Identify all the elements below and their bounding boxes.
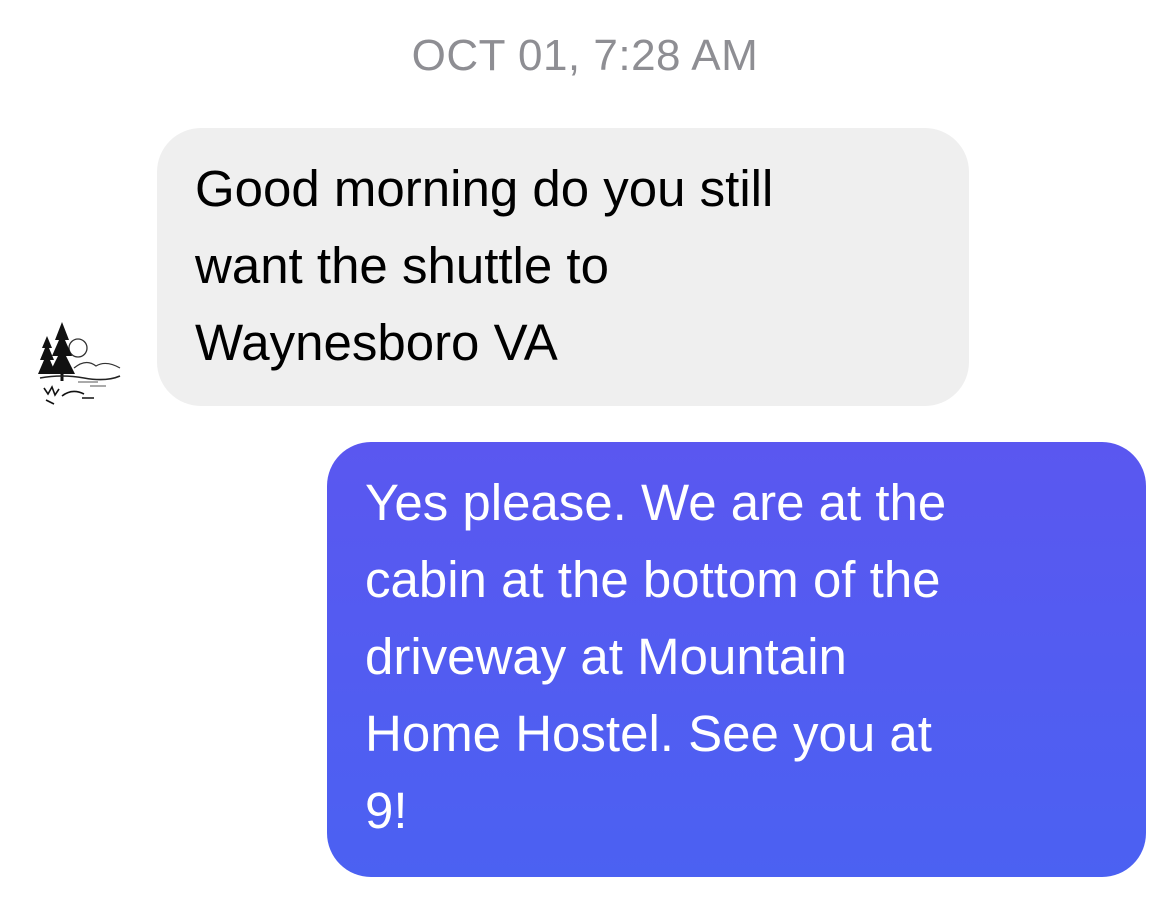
landscape-trees-avatar-icon bbox=[38, 322, 121, 405]
incoming-message-bubble[interactable]: Good morning do you still want the shutt… bbox=[157, 128, 969, 406]
message-timestamp: OCT 01, 7:28 AM bbox=[411, 31, 759, 80]
sender-avatar[interactable] bbox=[32, 318, 122, 410]
outgoing-message-bubble[interactable]: Yes please. We are at the cabin at the b… bbox=[327, 442, 1146, 877]
